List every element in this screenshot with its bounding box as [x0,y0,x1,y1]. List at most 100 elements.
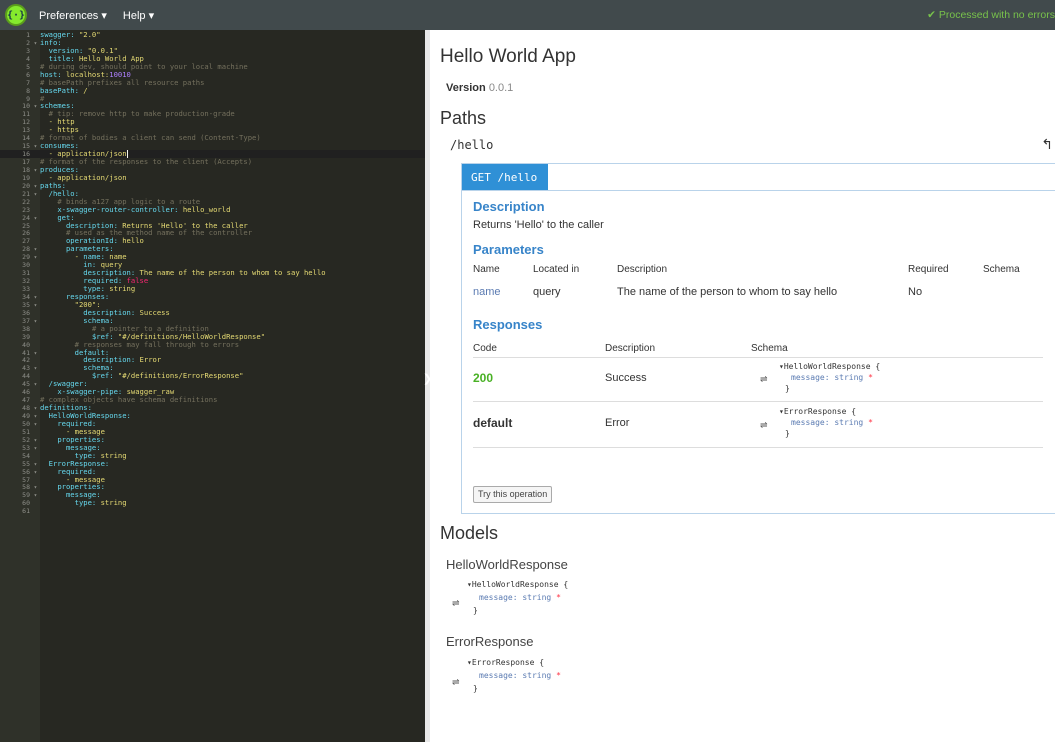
code-token: hello [122,236,144,246]
operation-header-divider [462,190,1055,191]
model-name: ErrorResponse [446,634,534,649]
param-name: name [473,286,501,298]
help-menu[interactable]: Help ▾ [123,9,154,22]
response-divider [473,401,1043,402]
code-line[interactable]: 1 swagger: "2.0" [0,31,425,39]
preview-pane: Hello World App Version 0.0.1 Paths /hel… [430,30,1055,742]
code-token: The name of the person to whom to say he… [139,268,326,278]
code-token: "2.0" [78,30,101,39]
version-value: 0.0.1 [488,82,514,94]
schema-prop-name: message [791,373,825,382]
schema-title[interactable]: ▾ErrorResponse { [779,406,873,417]
param-header-name: Name [473,264,500,275]
required-marker: * [868,373,873,382]
yaml-editor[interactable]: 1 swagger: "2.0" 2 ▾ info: 3 version: "0.0.… [0,30,425,742]
response-schema: ▾ErrorResponse { message: string * } [779,406,873,439]
code-token: "#/definitions/ErrorResponse" [117,371,244,381]
app-title: Hello World App [440,46,576,67]
required-marker: * [868,418,873,427]
resp-header-schema: Schema [751,343,788,354]
schema-prop-type: : string [824,373,864,382]
top-bar: {·} Preferences ▾ Help ▾ ✔ Processed wit… [0,0,1055,30]
response-code: 200 [473,371,494,385]
schema-prop-name: message [791,418,825,427]
try-operation-button[interactable]: Try this operation [473,486,553,503]
response-schema: ▾HelloWorldResponse { message: string * … [779,361,880,394]
code-line[interactable]: 61 [0,507,425,515]
required-marker: * [556,671,561,680]
response-divider [473,447,1043,448]
code-token: x-swagger-router-controller: [57,204,183,214]
description-heading: Description [473,199,545,214]
model-name: HelloWorldResponse [446,557,568,572]
response-code: default [473,416,513,430]
version-info: Version 0.0.1 [446,82,513,94]
code-line[interactable]: 8 basePath: / [0,85,425,95]
schema-prop-type: : string [824,418,864,427]
model-schema: ▾HelloWorldResponse { message: string * … [467,579,568,616]
code-token: string [109,284,136,293]
expand-schema-icon[interactable]: ⇌ [452,598,460,609]
param-header-schema: Schema [983,264,1020,275]
schema-property: message: string * [467,592,568,603]
schema-title[interactable]: ▾HelloWorldResponse { [467,579,568,590]
code-token: string [100,498,127,508]
parameters-heading: Parameters [473,242,544,257]
schema-title[interactable]: ▾HelloWorldResponse { [779,361,880,372]
operation-description: Returns 'Hello' to the caller [473,219,604,231]
expand-schema-icon[interactable]: ⇌ [760,420,768,431]
response-description: Success [605,372,647,384]
param-location: query [533,286,561,298]
schema-property: message: string * [467,670,561,681]
menu-bar: Preferences ▾ Help ▾ [39,9,154,22]
fold-icon [30,508,40,516]
code-token: $ref: [91,371,118,381]
schema-prop-type: : string [512,671,552,680]
code-token: Success [139,307,170,317]
resp-header-code: Code [473,343,497,354]
schema-prop-type: : string [512,593,552,602]
code-token: Error [139,355,162,365]
responses-header-divider [473,357,1043,358]
param-header-location: Located in [533,264,580,275]
required-marker: * [556,593,561,602]
code-token: / [83,85,88,95]
code-token: type: [74,498,101,508]
operation-header[interactable]: GET /hello [462,164,548,191]
param-required: No [908,286,923,298]
paths-heading: Paths [440,108,487,128]
param-header-description: Description [617,264,668,275]
path-name: /hello [450,138,494,152]
swagger-logo-icon: {·} [5,4,27,26]
expand-schema-icon[interactable]: ⇌ [452,677,460,688]
models-heading: Models [440,523,499,543]
schema-close: } [473,606,478,615]
line-number: 61 [22,507,30,516]
schema-close: } [785,384,790,393]
schema-property: message: string * [779,372,880,383]
code-token: basePath: [40,85,84,95]
param-description: The name of the person to whom to say he… [617,286,838,298]
response-description: Error [605,417,630,429]
version-label: Version [446,82,486,94]
code-line[interactable]: 60 type: string [0,499,425,507]
expand-schema-icon[interactable]: ⇌ [760,374,768,385]
code-area[interactable]: 1 swagger: "2.0" 2 ▾ info: 3 version: "0.0.… [0,31,425,515]
schema-close: } [473,684,478,693]
schema-title[interactable]: ▾ErrorResponse { [467,657,561,668]
preferences-menu[interactable]: Preferences ▾ [39,9,107,22]
schema-prop-name: message [479,671,513,680]
status-message: ✔ Processed with no errors [927,9,1055,21]
jump-to-editor-icon[interactable]: ↰ [1041,136,1053,153]
operation-panel: GET /hello Description Returns 'Hello' t… [461,163,1055,514]
code-token: # tip: remove http to make production-gr… [48,109,235,119]
schema-close: } [785,429,790,438]
schema-property: message: string * [779,417,873,428]
param-header-required: Required [908,264,949,275]
schema-prop-name: message [479,593,513,602]
code-token: hello_world [182,204,231,214]
resp-header-description: Description [605,343,656,354]
responses-heading: Responses [473,317,543,332]
model-schema: ▾ErrorResponse { message: string * } [467,657,561,694]
